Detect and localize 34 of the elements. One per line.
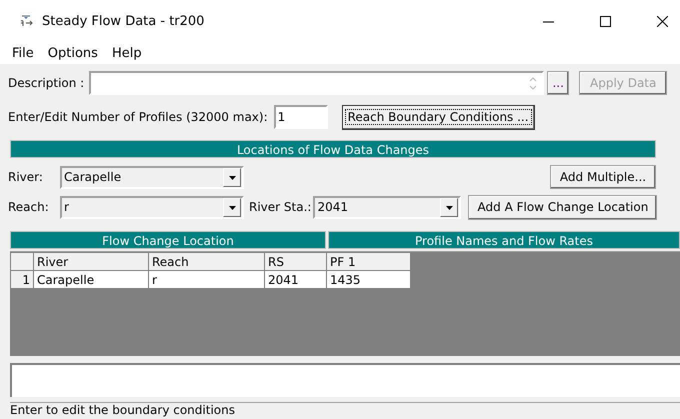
window-title: Steady Flow Data - tr200 [42, 14, 204, 28]
profiles-label: Enter/Edit Number of Profiles (32000 max): [8, 110, 268, 124]
description-field[interactable] [89, 71, 544, 95]
river-station-label: River Sta.: [249, 200, 312, 214]
maximize-icon[interactable] [600, 16, 611, 26]
section-header: Flow Change Location [10, 231, 326, 249]
menu-item[interactable]: Options [48, 46, 98, 60]
reach-label: Reach: [8, 200, 50, 214]
table-cell[interactable]: r [148, 270, 264, 288]
row-number: 1 [10, 270, 34, 288]
column-header: RS [264, 252, 326, 270]
river-dropdown[interactable]: Carapelle [60, 166, 244, 188]
section-header: Profile Names and Flow Rates [328, 231, 680, 249]
app-icon [18, 14, 34, 28]
add-location-button[interactable]: Add A Flow Change Location [468, 194, 658, 220]
river-label: River: [8, 170, 44, 184]
reach-boundary-button[interactable]: Reach Boundary Conditions ... [342, 104, 535, 130]
column-header: PF 1 [326, 252, 410, 270]
close-icon[interactable] [657, 16, 668, 26]
section-header: Locations of Flow Data Changes [10, 140, 656, 158]
column-header: Reach [148, 252, 264, 270]
description-label: Description : [8, 76, 84, 90]
add-multiple-button[interactable]: Add Multiple... [550, 165, 656, 189]
browse-button[interactable]: ... [547, 71, 570, 95]
table-cell[interactable]: 1435 [326, 270, 410, 288]
menu-item[interactable]: File [12, 46, 34, 60]
river-station-dropdown[interactable]: 2041 [313, 196, 462, 218]
menu-item[interactable]: Help [112, 46, 142, 60]
table-cell[interactable]: Carapelle [34, 270, 148, 288]
status-bar: Enter to edit the boundary conditions [10, 402, 680, 418]
profiles-field[interactable]: 1 [274, 105, 328, 129]
reach-dropdown[interactable]: r [60, 196, 244, 218]
table-cell[interactable]: 2041 [264, 270, 326, 288]
column-header: River [34, 252, 148, 270]
